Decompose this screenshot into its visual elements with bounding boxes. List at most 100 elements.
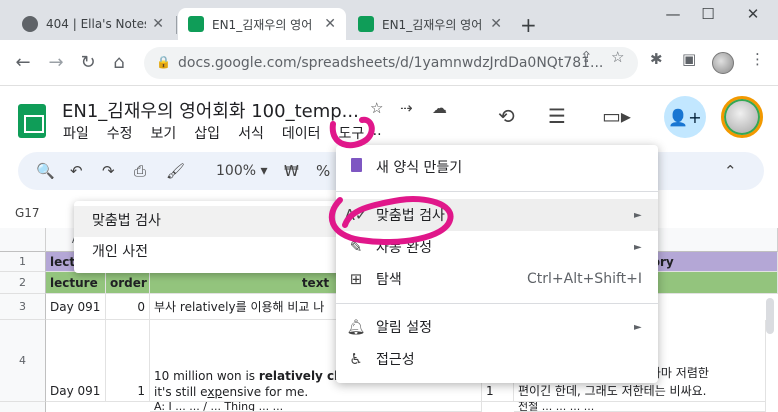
zoom-value: 100%	[216, 163, 257, 179]
currency-format-button[interactable]: ₩	[284, 162, 299, 180]
add-person-icon: 👤+	[668, 107, 702, 127]
row-header[interactable]: 1	[0, 252, 46, 272]
submenu-spellcheck[interactable]: 맞춤법 검사	[74, 206, 342, 237]
menu-item-spellcheck[interactable]: A✓ 맞춤법 검사 ►	[336, 199, 658, 231]
bell-icon: 🔔︎	[346, 318, 366, 336]
menu-item-label: 맞춤법 검사	[376, 208, 445, 224]
account-avatar[interactable]	[721, 96, 763, 138]
search-menus-icon[interactable]: 🔍	[36, 162, 55, 180]
tab-divider	[176, 16, 177, 34]
menu-item-label: 자동 완성	[376, 240, 432, 256]
vertical-scrollbar[interactable]	[766, 298, 774, 334]
menu-item-notification-settings[interactable]: 🔔︎ 알림 설정 ►	[336, 311, 658, 343]
menu-item-explore[interactable]: ⊞ 탐색 Ctrl+Alt+Shift+I	[336, 263, 658, 295]
submenu-arrow-icon: ►	[634, 209, 642, 221]
share-add-person-button[interactable]: 👤+	[664, 96, 706, 138]
sentence-text: it's still e	[154, 385, 208, 399]
redo-icon[interactable]: ↷	[102, 162, 115, 180]
lock-icon[interactable]: 🔒	[156, 55, 171, 69]
forward-arrow-icon[interactable]: →	[45, 52, 67, 73]
close-tab-icon[interactable]: ✕	[324, 16, 336, 32]
row-header[interactable]	[0, 402, 46, 412]
browser-tab-sheet[interactable]: EN1_김재우의 영어 ✕	[348, 8, 512, 40]
side-panel-icon[interactable]: ▣	[682, 50, 696, 68]
new-tab-button[interactable]: +	[520, 13, 537, 37]
close-tab-icon[interactable]: ✕	[152, 16, 164, 32]
sheets-icon	[188, 16, 204, 32]
reload-icon[interactable]: ↻	[77, 52, 99, 73]
submenu-personal-dictionary[interactable]: 개인 사전	[74, 237, 342, 268]
tools-dropdown-menu: 새 양식 만들기 A✓ 맞춤법 검사 ► ✎ 자동 완성 ► ⊞ 탐색 Ctrl…	[336, 145, 658, 383]
translation-line: 편이긴 한데, 그래도 저한테는 비싸요.	[518, 384, 707, 398]
menu-item-label: 접근성	[376, 352, 415, 368]
shortcut-text: Ctrl+Alt+Shift+I	[526, 271, 642, 287]
cell-order[interactable]: order	[106, 272, 150, 294]
spellcheck-submenu: 맞춤법 검사 개인 사전	[74, 201, 342, 273]
cell-order[interactable]: 0	[106, 294, 150, 320]
maximize-button[interactable]: ☐	[693, 5, 723, 23]
menu-divider	[336, 191, 658, 192]
extensions-puzzle-icon[interactable]: ✱	[650, 50, 663, 68]
home-icon[interactable]: ⌂	[108, 52, 130, 73]
comments-icon[interactable]: ☰	[548, 104, 566, 128]
browser-tab-sheet-active[interactable]: EN1_김재우의 영어 ✕	[178, 8, 346, 40]
url-text: docs.google.com/spreadsheets/d/1yamnwdzJ…	[178, 55, 604, 71]
undo-icon[interactable]: ↶	[70, 162, 83, 180]
menu-item-label: 새 양식 만들기	[376, 160, 463, 176]
sentence-text: ensive for me.	[222, 385, 309, 399]
percent-format-button[interactable]: %	[316, 162, 330, 180]
row-header[interactable]: 4	[0, 320, 46, 402]
zoom-select[interactable]: 100% ▾	[216, 163, 268, 179]
document-title[interactable]: EN1_김재우의 영어회화 100_temp...	[62, 97, 359, 123]
name-box[interactable]: G17	[15, 206, 40, 220]
menu-data[interactable]: 데이터	[282, 123, 321, 143]
accessibility-icon: ♿︎	[349, 350, 363, 368]
cell-day[interactable]: Day 091	[46, 294, 106, 320]
explore-icon: ⊞	[349, 270, 363, 288]
more-menu-icon[interactable]: ⋮	[750, 50, 765, 68]
close-window-button[interactable]: ✕	[738, 5, 768, 23]
minimize-button[interactable]: —	[658, 5, 688, 23]
row-header[interactable]: 2	[0, 272, 46, 294]
menu-divider	[336, 303, 658, 304]
menu-item-accessibility[interactable]: ♿︎ 접근성	[336, 343, 658, 375]
menu-view[interactable]: 보기	[151, 123, 177, 143]
back-arrow-icon[interactable]: ←	[12, 52, 34, 73]
share-page-icon[interactable]: ⇪	[580, 48, 593, 66]
form-icon	[336, 158, 376, 176]
submenu-arrow-icon: ►	[634, 241, 642, 253]
browser-tab-notes[interactable]: 404 | Ella's Notes ✕	[12, 8, 174, 40]
profile-avatar[interactable]	[712, 52, 734, 74]
version-history-icon[interactable]: ⟲	[498, 104, 515, 128]
cell-translation-partial[interactable]: 전철 ... ... ... ...	[514, 402, 766, 412]
select-all-corner[interactable]	[0, 228, 46, 252]
menu-item-autocomplete[interactable]: ✎ 자동 완성 ►	[336, 231, 658, 263]
row-header[interactable]: 3	[0, 294, 46, 320]
menu-tools[interactable]: 도구	[338, 123, 364, 143]
cell-day[interactable]: Day 091	[46, 320, 106, 402]
paint-format-icon[interactable]: 🖌	[166, 162, 185, 180]
close-tab-icon[interactable]: ✕	[490, 16, 502, 32]
print-icon[interactable]: ⎙	[134, 162, 146, 180]
menu-item-label: 알림 설정	[376, 320, 432, 336]
menu-item-create-form[interactable]: 새 양식 만들기	[336, 151, 658, 183]
cell-text-partial[interactable]: A: I ... ... / ... Thing ... ...	[150, 402, 482, 412]
google-sheets-logo[interactable]	[18, 104, 46, 138]
spellcheck-icon: A✓	[344, 206, 368, 224]
menu-file[interactable]: 파일	[63, 123, 89, 143]
collapse-toolbar-chevron-icon[interactable]: ⌃	[724, 162, 737, 180]
menu-edit[interactable]: 수정	[107, 123, 133, 143]
star-icon[interactable]: ☆	[370, 99, 383, 117]
address-bar[interactable]: 🔒 docs.google.com/spreadsheets/d/1yamnwd…	[144, 47, 638, 79]
menu-insert[interactable]: 삽입	[194, 123, 220, 143]
meet-video-icon[interactable]: ▭▸	[602, 104, 631, 128]
cloud-status-icon[interactable]: ☁	[432, 99, 447, 117]
bookmark-star-icon[interactable]: ☆	[611, 48, 624, 66]
move-folder-icon[interactable]: ⇢	[400, 99, 413, 117]
menu-format[interactable]: 서식	[238, 123, 264, 143]
sheets-icon	[358, 16, 374, 32]
menu-more[interactable]: ...	[368, 123, 381, 143]
browser-tab-strip: 404 | Ella's Notes ✕ EN1_김재우의 영어 ✕ EN1_김…	[0, 0, 778, 40]
cell-lecture[interactable]: lecture	[46, 272, 106, 294]
cell-order[interactable]: 1	[106, 320, 150, 402]
